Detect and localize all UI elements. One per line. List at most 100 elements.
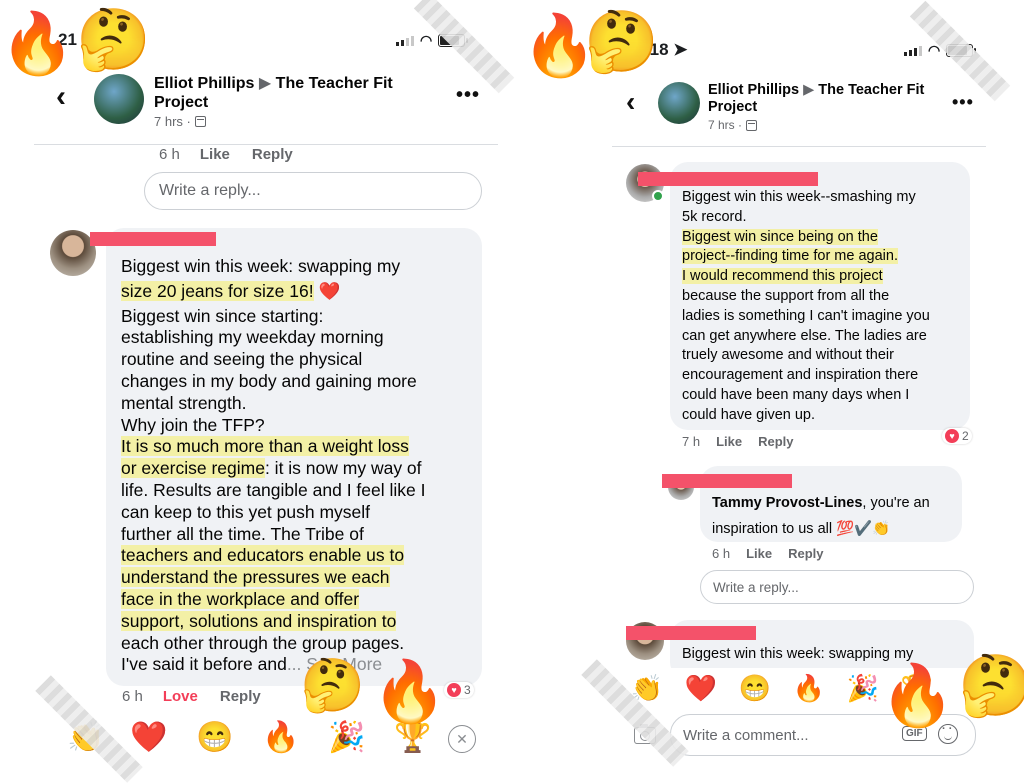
reply-input[interactable]: Write a reply...: [144, 172, 482, 210]
post-meta: 7 hrs ·: [154, 114, 206, 129]
fire-reaction[interactable]: 🔥: [248, 720, 314, 755]
comment-actions: 6 h Love Reply: [122, 688, 261, 705]
post-header-title: Elliot Phillips ▶ The Teacher Fit Projec…: [154, 74, 444, 112]
love-reaction-icon: ♥: [945, 429, 959, 443]
reaction-count-badge[interactable]: ♥ 2: [942, 428, 972, 444]
like-button[interactable]: Like: [716, 434, 742, 449]
comment-line: could have been many days when I: [682, 386, 910, 403]
comment-time: 6 h: [122, 688, 143, 705]
reply-line: , you're an: [862, 495, 930, 511]
close-icon[interactable]: ✕: [448, 725, 476, 753]
comment-line: Biggest win since starting:: [121, 305, 324, 326]
heart-emoji: ❤️: [318, 280, 341, 301]
post-meta: 7 hrs ·: [708, 118, 758, 132]
comment-line: 5k record.: [682, 208, 747, 225]
group-avatar[interactable]: [658, 82, 700, 124]
comment-line: mental strength.: [121, 392, 247, 413]
comment-line: routine and seeing the physical: [121, 349, 363, 370]
thinking-emoji-sticker: 🤔: [300, 657, 365, 715]
more-options-button[interactable]: •••: [456, 84, 480, 107]
comment-line-highlight: project--finding time for me again.: [682, 248, 898, 265]
reply-actions: 6 h Like Reply: [712, 546, 824, 561]
comment-line-highlight: face in the workplace and offer: [121, 588, 360, 609]
trophy-reaction[interactable]: 🏆: [380, 720, 446, 755]
thinking-emoji-sticker: 🤔: [76, 6, 151, 73]
comment-line: each other through the group pages.: [121, 632, 405, 653]
comment-line: Biggest win this week: swapping my: [682, 646, 914, 662]
reply-button[interactable]: Reply: [252, 146, 293, 163]
reply-emojis: 💯✔️👏: [836, 521, 891, 537]
reply-button[interactable]: Reply: [788, 546, 823, 561]
love-button[interactable]: Love: [163, 688, 198, 705]
author-name[interactable]: Elliot Phillips: [708, 82, 799, 98]
right-screenshot: :18 ➤ ◠ ‹ Elliot Phillips ▶ The Teacher …: [522, 0, 1022, 768]
fire-emoji-sticker: 🔥: [372, 658, 447, 725]
comment-line-highlight: It is so much more than a weight loss: [121, 436, 409, 457]
fire-emoji-sticker: 🔥: [880, 662, 955, 729]
group-avatar[interactable]: [94, 74, 144, 124]
like-button[interactable]: Like: [746, 546, 772, 561]
redacted-name: [626, 626, 756, 640]
comment-line: ladies is something I can't imagine you: [682, 307, 930, 324]
comment-line-highlight: or exercise regime: [121, 458, 265, 479]
comment-line: life. Results are tangible and I feel li…: [121, 479, 426, 500]
post-time: 7 hrs ·: [154, 114, 191, 129]
more-options-button[interactable]: •••: [952, 92, 974, 113]
redacted-name: [638, 172, 818, 186]
party-reaction[interactable]: 🎉: [314, 720, 380, 755]
author-name[interactable]: Elliot Phillips: [154, 75, 254, 92]
fire-emoji-sticker: 🔥: [0, 10, 75, 77]
reaction-count: 2: [962, 429, 969, 443]
grin-reaction[interactable]: 😁: [728, 673, 782, 704]
comment-line: establishing my weekday morning: [121, 327, 384, 348]
post-time: 7 hrs ·: [708, 118, 743, 132]
comment-line: because the support from all the: [682, 287, 890, 304]
reply-text: Tammy Provost-Lines, you're an inspirati…: [712, 490, 930, 542]
like-button[interactable]: Like: [200, 146, 230, 163]
comment-line-highlight: Biggest win since being on the: [682, 228, 878, 245]
comment-line: encouragement and inspiration there: [682, 367, 919, 384]
reaction-count-badge[interactable]: ♥ 3: [444, 682, 474, 698]
signal-icon: [904, 45, 922, 56]
love-reaction-icon: ♥: [447, 683, 461, 697]
thinking-emoji-sticker: 🤔: [958, 652, 1024, 719]
post-header-title: Elliot Phillips ▶ The Teacher Fit Projec…: [708, 82, 924, 117]
heart-reaction[interactable]: ❤️: [674, 673, 728, 704]
wifi-icon: ◠: [420, 32, 433, 48]
comment-line-highlight: I would recommend this project: [682, 268, 883, 285]
left-screenshot: 21 ◠ ‹ Elliot Phillips ▶ The Teacher Fit…: [0, 0, 500, 768]
divider: [34, 144, 498, 145]
back-button[interactable]: ‹: [56, 80, 66, 114]
reply-line: inspiration to us all: [712, 521, 833, 537]
comment-line: could have given up.: [682, 406, 816, 423]
redacted-name: [90, 232, 216, 246]
comment-text: Biggest win this week: swapping my size …: [121, 256, 425, 676]
back-button[interactable]: ‹: [626, 86, 635, 118]
reply-input[interactable]: Write a reply...: [700, 570, 974, 604]
signal-icon: [396, 35, 414, 46]
mention-link[interactable]: Tammy Provost-Lines: [712, 495, 862, 511]
grin-reaction[interactable]: 😁: [182, 720, 248, 755]
group-name-cont[interactable]: Project: [708, 99, 757, 115]
reply-button[interactable]: Reply: [220, 688, 261, 705]
redacted-name: [662, 474, 792, 488]
online-indicator: [652, 190, 664, 202]
reply-button[interactable]: Reply: [758, 434, 793, 449]
comment-line: changes in my body and gaining more: [121, 370, 417, 391]
thinking-emoji-sticker: 🤔: [584, 8, 659, 75]
group-name[interactable]: The Teacher Fit: [818, 82, 924, 98]
comment-time: 7 h: [682, 434, 701, 449]
comment-line: Biggest win this week--smashing my: [682, 189, 916, 205]
comment-text: Biggest win this week: swapping my: [682, 646, 913, 662]
comment-time: 6 h: [159, 146, 180, 163]
group-privacy-icon: [194, 116, 206, 127]
arrow-icon: ▶: [803, 82, 815, 98]
comment-line: Biggest win this week: swapping my: [121, 256, 401, 276]
fire-reaction[interactable]: 🔥: [782, 673, 836, 704]
arrow-icon: ▶: [258, 75, 272, 92]
comment-text: Biggest win this week--smashing my 5k re…: [682, 188, 930, 426]
comment-line: can get anywhere else. The ladies are: [682, 327, 927, 344]
comment-line: : it is now my way of: [264, 458, 422, 479]
comment-line: can keep to this yet push myself: [121, 501, 371, 522]
comment-line-highlight: support, solutions and inspiration to: [121, 610, 397, 631]
